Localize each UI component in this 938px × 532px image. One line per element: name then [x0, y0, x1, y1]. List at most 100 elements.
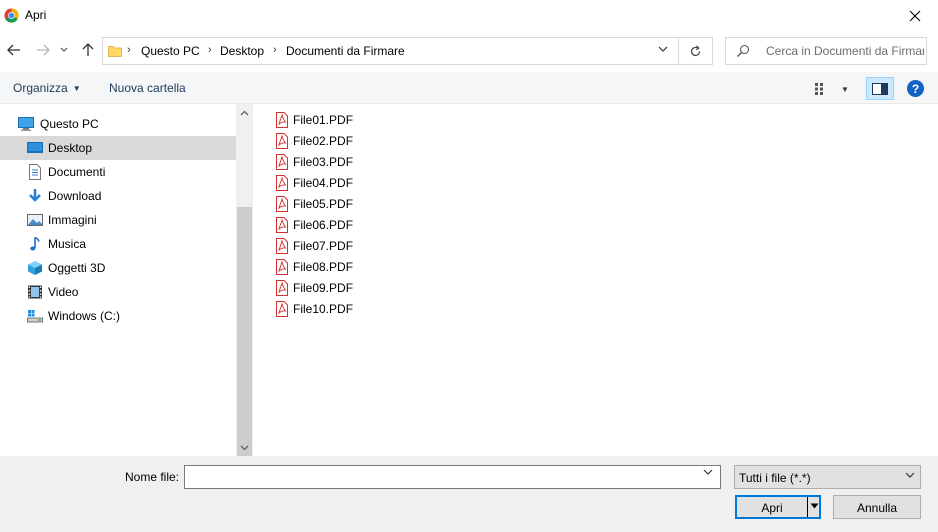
chevron-down-icon[interactable]	[658, 46, 668, 53]
list-item[interactable]: File03.PDF	[275, 151, 375, 172]
forward-button[interactable]	[34, 41, 52, 59]
pdf-file-icon	[276, 238, 288, 254]
pdf-file-icon	[276, 112, 288, 128]
caret-down-icon: ▼	[841, 84, 849, 94]
sidebar-scrollbar[interactable]	[236, 104, 253, 495]
sidebar-item-label: Download	[48, 189, 102, 203]
file-name: File10.PDF	[293, 302, 354, 316]
sidebar-item-label: Oggetti 3D	[48, 261, 106, 275]
organize-label: Organizza	[13, 81, 68, 95]
breadcrumb-questo-pc[interactable]: Questo PC	[141, 44, 200, 58]
list-item[interactable]: File09.PDF	[275, 277, 375, 298]
file-name: File05.PDF	[293, 197, 354, 211]
sidebar-item-oggetti-3d[interactable]: Oggetti 3D	[0, 256, 236, 280]
breadcrumb-desktop[interactable]: Desktop	[220, 44, 264, 58]
file-name: File06.PDF	[293, 218, 354, 232]
breadcrumb-separator: ›	[127, 44, 131, 56]
address-bar[interactable]: › Questo PC › Desktop › Documenti da Fir…	[102, 37, 679, 65]
music-icon	[30, 236, 40, 251]
sidebar-item-questo-pc[interactable]: Questo PC	[0, 112, 236, 136]
sidebar-item-label: Musica	[48, 237, 87, 251]
sidebar-item-desktop[interactable]: Desktop	[0, 136, 236, 160]
computer-icon	[18, 117, 34, 131]
chevron-down-icon	[240, 445, 249, 450]
back-button[interactable]	[5, 41, 23, 59]
title-bar: Apri	[0, 0, 938, 31]
pdf-file-icon	[276, 196, 288, 212]
chrome-icon	[4, 8, 19, 23]
pdf-file-icon	[276, 259, 288, 275]
pdf-file-icon	[276, 280, 288, 296]
list-item[interactable]: File02.PDF	[275, 130, 375, 151]
file-name: File09.PDF	[293, 281, 354, 295]
scroll-up-button[interactable]	[236, 104, 253, 121]
help-button[interactable]: ?	[907, 80, 924, 97]
search-input[interactable]: Cerca in Documenti da Firmare	[725, 37, 927, 65]
list-item[interactable]: File08.PDF	[275, 256, 375, 277]
sidebar-item-immagini[interactable]: Immagini	[0, 208, 236, 232]
list-item[interactable]: File05.PDF	[275, 193, 375, 214]
arrow-right-icon	[37, 44, 50, 56]
split-divider	[807, 497, 808, 517]
sidebar-item-musica[interactable]: Musica	[0, 232, 236, 256]
chevron-down-icon[interactable]	[703, 469, 713, 476]
close-button[interactable]	[892, 0, 938, 31]
3d-objects-icon	[28, 261, 42, 275]
command-toolbar: Organizza ▼ Nuova cartella ▼ ?	[0, 72, 938, 104]
chevron-down-icon	[905, 472, 915, 478]
new-folder-button[interactable]: Nuova cartella	[109, 81, 186, 95]
pictures-icon	[27, 214, 43, 226]
sidebar-item-label: Questo PC	[40, 117, 99, 131]
view-options-icon	[815, 83, 823, 95]
refresh-icon	[690, 44, 701, 56]
list-item[interactable]: File06.PDF	[275, 214, 375, 235]
arrow-left-icon	[7, 44, 20, 56]
filetype-value: Tutti i file (*.*)	[739, 471, 811, 485]
breadcrumb-separator: ›	[273, 44, 277, 56]
file-name: File01.PDF	[293, 113, 354, 127]
open-button[interactable]: Apri	[735, 495, 821, 519]
refresh-button[interactable]	[679, 37, 713, 65]
change-view-button[interactable]: ▼	[814, 80, 854, 98]
sidebar-item-documenti[interactable]: Documenti	[0, 160, 236, 184]
sidebar-item-download[interactable]: Download	[0, 184, 236, 208]
preview-pane-icon	[872, 82, 888, 95]
breadcrumb-documenti-da-firmare[interactable]: Documenti da Firmare	[286, 44, 405, 58]
organize-button[interactable]: Organizza ▼	[13, 81, 81, 95]
file-name: File08.PDF	[293, 260, 354, 274]
cancel-button[interactable]: Annulla	[833, 495, 921, 519]
file-name: File03.PDF	[293, 155, 354, 169]
chevron-down-icon	[60, 47, 68, 52]
list-item[interactable]: File04.PDF	[275, 172, 375, 193]
pdf-file-icon	[276, 301, 288, 317]
file-name: File04.PDF	[293, 176, 354, 190]
caret-down-icon[interactable]	[810, 502, 819, 510]
sidebar-item-label: Immagini	[48, 213, 97, 227]
file-name: File07.PDF	[293, 239, 354, 253]
recent-locations-button[interactable]	[58, 41, 70, 59]
close-icon	[909, 10, 921, 21]
search-icon	[737, 44, 750, 57]
folder-icon	[108, 46, 122, 57]
window-title: Apri	[25, 8, 47, 22]
filetype-select[interactable]: Tutti i file (*.*)	[734, 465, 921, 489]
navigation-pane: Questo PC Desktop Documenti Download Imm…	[0, 104, 236, 456]
open-button-label: Apri	[761, 501, 783, 515]
filename-label: Nome file:	[125, 470, 180, 484]
video-icon	[28, 285, 42, 299]
sidebar-item-label: Documenti	[48, 165, 106, 179]
up-button[interactable]	[79, 41, 97, 59]
filename-input[interactable]	[184, 465, 721, 489]
sidebar-item-label: Windows (C:)	[48, 309, 121, 323]
caret-down-icon: ▼	[72, 84, 81, 93]
list-item[interactable]: File01.PDF	[275, 109, 375, 130]
list-item[interactable]: File07.PDF	[275, 235, 375, 256]
scroll-down-button[interactable]	[236, 439, 253, 456]
arrow-up-icon	[82, 43, 94, 56]
sidebar-item-label: Video	[48, 285, 79, 299]
list-item[interactable]: File10.PDF	[275, 298, 375, 319]
pdf-file-icon	[276, 154, 288, 170]
sidebar-item-windows-c[interactable]: Windows (C:)	[0, 304, 236, 328]
sidebar-item-video[interactable]: Video	[0, 280, 236, 304]
preview-pane-button[interactable]	[866, 77, 894, 100]
